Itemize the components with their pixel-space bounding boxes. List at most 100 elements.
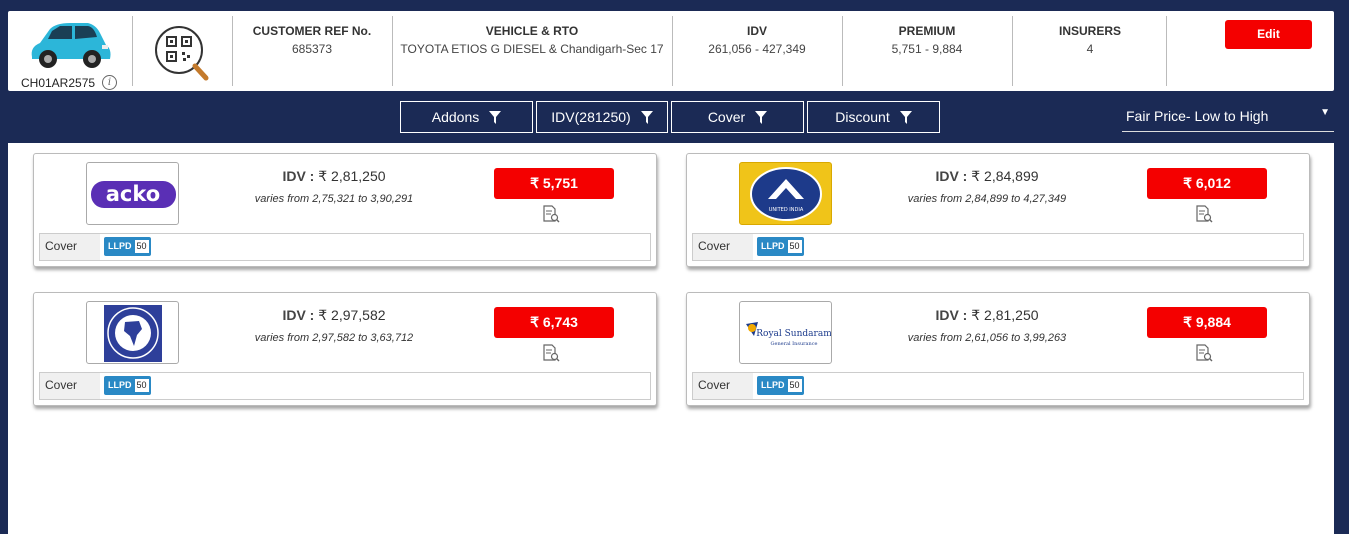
cover-label: Cover: [693, 234, 753, 260]
premium-buy-button[interactable]: ₹ 6,012: [1147, 168, 1267, 199]
document-search-icon[interactable]: [1195, 344, 1213, 367]
column-value: 685373: [291, 42, 333, 56]
idv-amount: ₹ 2,81,250: [971, 307, 1039, 323]
cover-row: Cover LLPD 50: [39, 372, 651, 400]
filter-icon: [640, 111, 653, 124]
vehicle-rto-column: VEHICLE & RTO TOYOTA ETIOS G DIESEL & Ch…: [394, 11, 670, 91]
idv-value: IDV : ₹ 2,84,899: [887, 168, 1087, 185]
divider: [232, 16, 233, 86]
insurer-logo: Royal Sundaram General Insurance: [739, 301, 832, 364]
info-icon[interactable]: i: [102, 75, 117, 90]
vehicle-registration: CH01AR2575: [21, 76, 96, 90]
document-search-icon[interactable]: [542, 344, 560, 367]
logo-text: UNITED INDIA: [769, 207, 804, 213]
cover-row: Cover LLPD 50: [39, 233, 651, 261]
quotes-panel: acko IDV : ₹ 2,81,250 varies from 2,75,3…: [8, 143, 1334, 534]
logo-subtext: General Insurance: [770, 341, 817, 347]
divider: [672, 16, 673, 86]
premium-buy-button[interactable]: ₹ 6,743: [494, 307, 614, 338]
insurer-logo: acko: [86, 162, 179, 225]
badge-value: 50: [787, 240, 802, 253]
idv-label: IDV :: [282, 307, 319, 323]
idv-range: varies from 2,75,321 to 3,90,291: [254, 193, 414, 205]
customer-ref-column: CUSTOMER REF No. 685373: [234, 11, 390, 91]
qr-search-icon[interactable]: [154, 25, 210, 88]
document-search-icon[interactable]: [1195, 205, 1213, 228]
filter-icon: [755, 111, 768, 124]
cover-filter-button[interactable]: Cover: [671, 101, 804, 133]
column-value: 4: [1086, 42, 1094, 56]
badge-tag: LLPD: [108, 380, 132, 390]
chevron-down-icon: ▼: [1320, 107, 1330, 118]
column-title: PREMIUM: [898, 24, 956, 38]
llpd-badge[interactable]: LLPD 50: [104, 376, 151, 395]
idv-label: IDV :: [935, 307, 972, 323]
cover-label: Cover: [693, 373, 753, 399]
idv-value: IDV : ₹ 2,81,250: [887, 307, 1087, 324]
sort-select[interactable]: Fair Price- Low to High ▼: [1122, 101, 1334, 132]
filter-icon: [899, 111, 912, 124]
divider: [132, 16, 133, 86]
idv-value: IDV : ₹ 2,81,250: [234, 168, 434, 185]
idv-filter-button[interactable]: IDV(281250): [536, 101, 668, 133]
cover-label: Cover: [40, 373, 100, 399]
llpd-badge[interactable]: LLPD 50: [757, 237, 804, 256]
insurers-column: INSURERS 4: [1014, 11, 1166, 91]
cover-row: Cover LLPD 50: [692, 233, 1304, 261]
insurer-logo: UNITED INDIA: [739, 162, 832, 225]
premium-column: PREMIUM 5,751 - 9,884: [844, 11, 1010, 91]
addons-filter-button[interactable]: Addons: [400, 101, 533, 133]
idv-column: IDV 261,056 - 427,349: [674, 11, 840, 91]
logo-text: Royal Sundaram: [756, 329, 832, 339]
idv-amount: ₹ 2,97,582: [318, 307, 386, 323]
filter-label: Discount: [835, 109, 890, 125]
divider: [842, 16, 843, 86]
filter-label: IDV(281250): [551, 109, 631, 125]
premium-buy-button[interactable]: ₹ 9,884: [1147, 307, 1267, 338]
premium-buy-button[interactable]: ₹ 5,751: [494, 168, 614, 199]
column-value: TOYOTA ETIOS G DIESEL & Chandigarh-Sec 1…: [400, 42, 664, 56]
cover-row: Cover LLPD 50: [692, 372, 1304, 400]
filter-label: Addons: [431, 109, 480, 125]
column-title: VEHICLE & RTO: [485, 24, 579, 38]
divider: [1166, 16, 1167, 86]
insurer-logo: [86, 301, 179, 364]
vehicle-thumbnail: CH01AR2575 i: [8, 11, 132, 91]
column-title: IDV: [746, 24, 767, 38]
svg-text:acko: acko: [106, 182, 160, 206]
cover-label: Cover: [40, 234, 100, 260]
badge-value: 50: [134, 240, 149, 253]
discount-filter-button[interactable]: Discount: [807, 101, 940, 133]
idv-amount: ₹ 2,84,899: [971, 168, 1039, 184]
quote-summary-bar: CH01AR2575 i CUSTOMER REF No. 685373 VEH…: [8, 11, 1334, 91]
badge-value: 50: [787, 379, 802, 392]
column-title: CUSTOMER REF No.: [252, 24, 372, 38]
quote-card-royal-sundaram: Royal Sundaram General Insurance IDV : ₹…: [686, 292, 1310, 406]
quote-card-acko: acko IDV : ₹ 2,81,250 varies from 2,75,3…: [33, 153, 657, 267]
filter-icon: [489, 111, 502, 124]
column-value: 5,751 - 9,884: [891, 42, 963, 56]
edit-button[interactable]: Edit: [1225, 20, 1312, 49]
filter-label: Cover: [707, 109, 746, 125]
sort-selected-value: Fair Price- Low to High: [1126, 108, 1269, 124]
car-image: [31, 23, 111, 68]
quote-card-united-india: UNITED INDIA IDV : ₹ 2,84,899 varies fro…: [686, 153, 1310, 267]
badge-value: 50: [134, 379, 149, 392]
llpd-badge[interactable]: LLPD 50: [757, 376, 804, 395]
divider: [1012, 16, 1013, 86]
column-title: INSURERS: [1058, 24, 1121, 38]
badge-tag: LLPD: [761, 380, 785, 390]
idv-range: varies from 2,61,056 to 3,99,263: [907, 332, 1067, 344]
quote-card-new-india: IDV : ₹ 2,97,582 varies from 2,97,582 to…: [33, 292, 657, 406]
idv-label: IDV :: [935, 168, 972, 184]
column-value: 261,056 - 427,349: [708, 42, 806, 56]
document-search-icon[interactable]: [542, 205, 560, 228]
badge-tag: LLPD: [108, 241, 132, 251]
idv-amount: ₹ 2,81,250: [318, 168, 386, 184]
idv-value: IDV : ₹ 2,97,582: [234, 307, 434, 324]
idv-range: varies from 2,97,582 to 3,63,712: [254, 332, 414, 344]
llpd-badge[interactable]: LLPD 50: [104, 237, 151, 256]
badge-tag: LLPD: [761, 241, 785, 251]
idv-label: IDV :: [282, 168, 319, 184]
idv-range: varies from 2,84,899 to 4,27,349: [907, 193, 1067, 205]
